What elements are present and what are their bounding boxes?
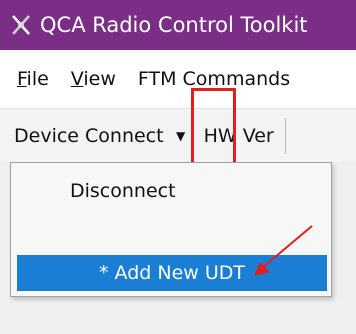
menu-item-label: Disconnect xyxy=(70,180,176,202)
toolbar-separator xyxy=(284,117,286,154)
toolbar: Device Connect ▼ HW Ver xyxy=(0,108,356,162)
window-title: QCA Radio Control Toolkit xyxy=(40,13,308,37)
caret-down-icon: ▼ xyxy=(175,128,186,143)
menu-file[interactable]: File xyxy=(0,68,49,90)
device-connect-button[interactable]: Device Connect xyxy=(6,117,172,155)
title-bar: QCA Radio Control Toolkit xyxy=(0,0,356,50)
menu-item-disconnect[interactable]: Disconnect xyxy=(12,171,330,211)
annotation-arrow-icon xyxy=(254,225,313,276)
menu-item-label: * Add New UDT xyxy=(99,262,245,284)
dropdown-highlight-annotation xyxy=(191,88,236,165)
menu-view[interactable]: View xyxy=(49,68,116,90)
menu-bar: File View FTM Commands xyxy=(0,50,356,108)
radio-tower-icon xyxy=(8,12,34,38)
menu-ftm-commands[interactable]: FTM Commands xyxy=(116,68,290,90)
device-connect-dropdown[interactable]: ▼ xyxy=(172,117,190,155)
